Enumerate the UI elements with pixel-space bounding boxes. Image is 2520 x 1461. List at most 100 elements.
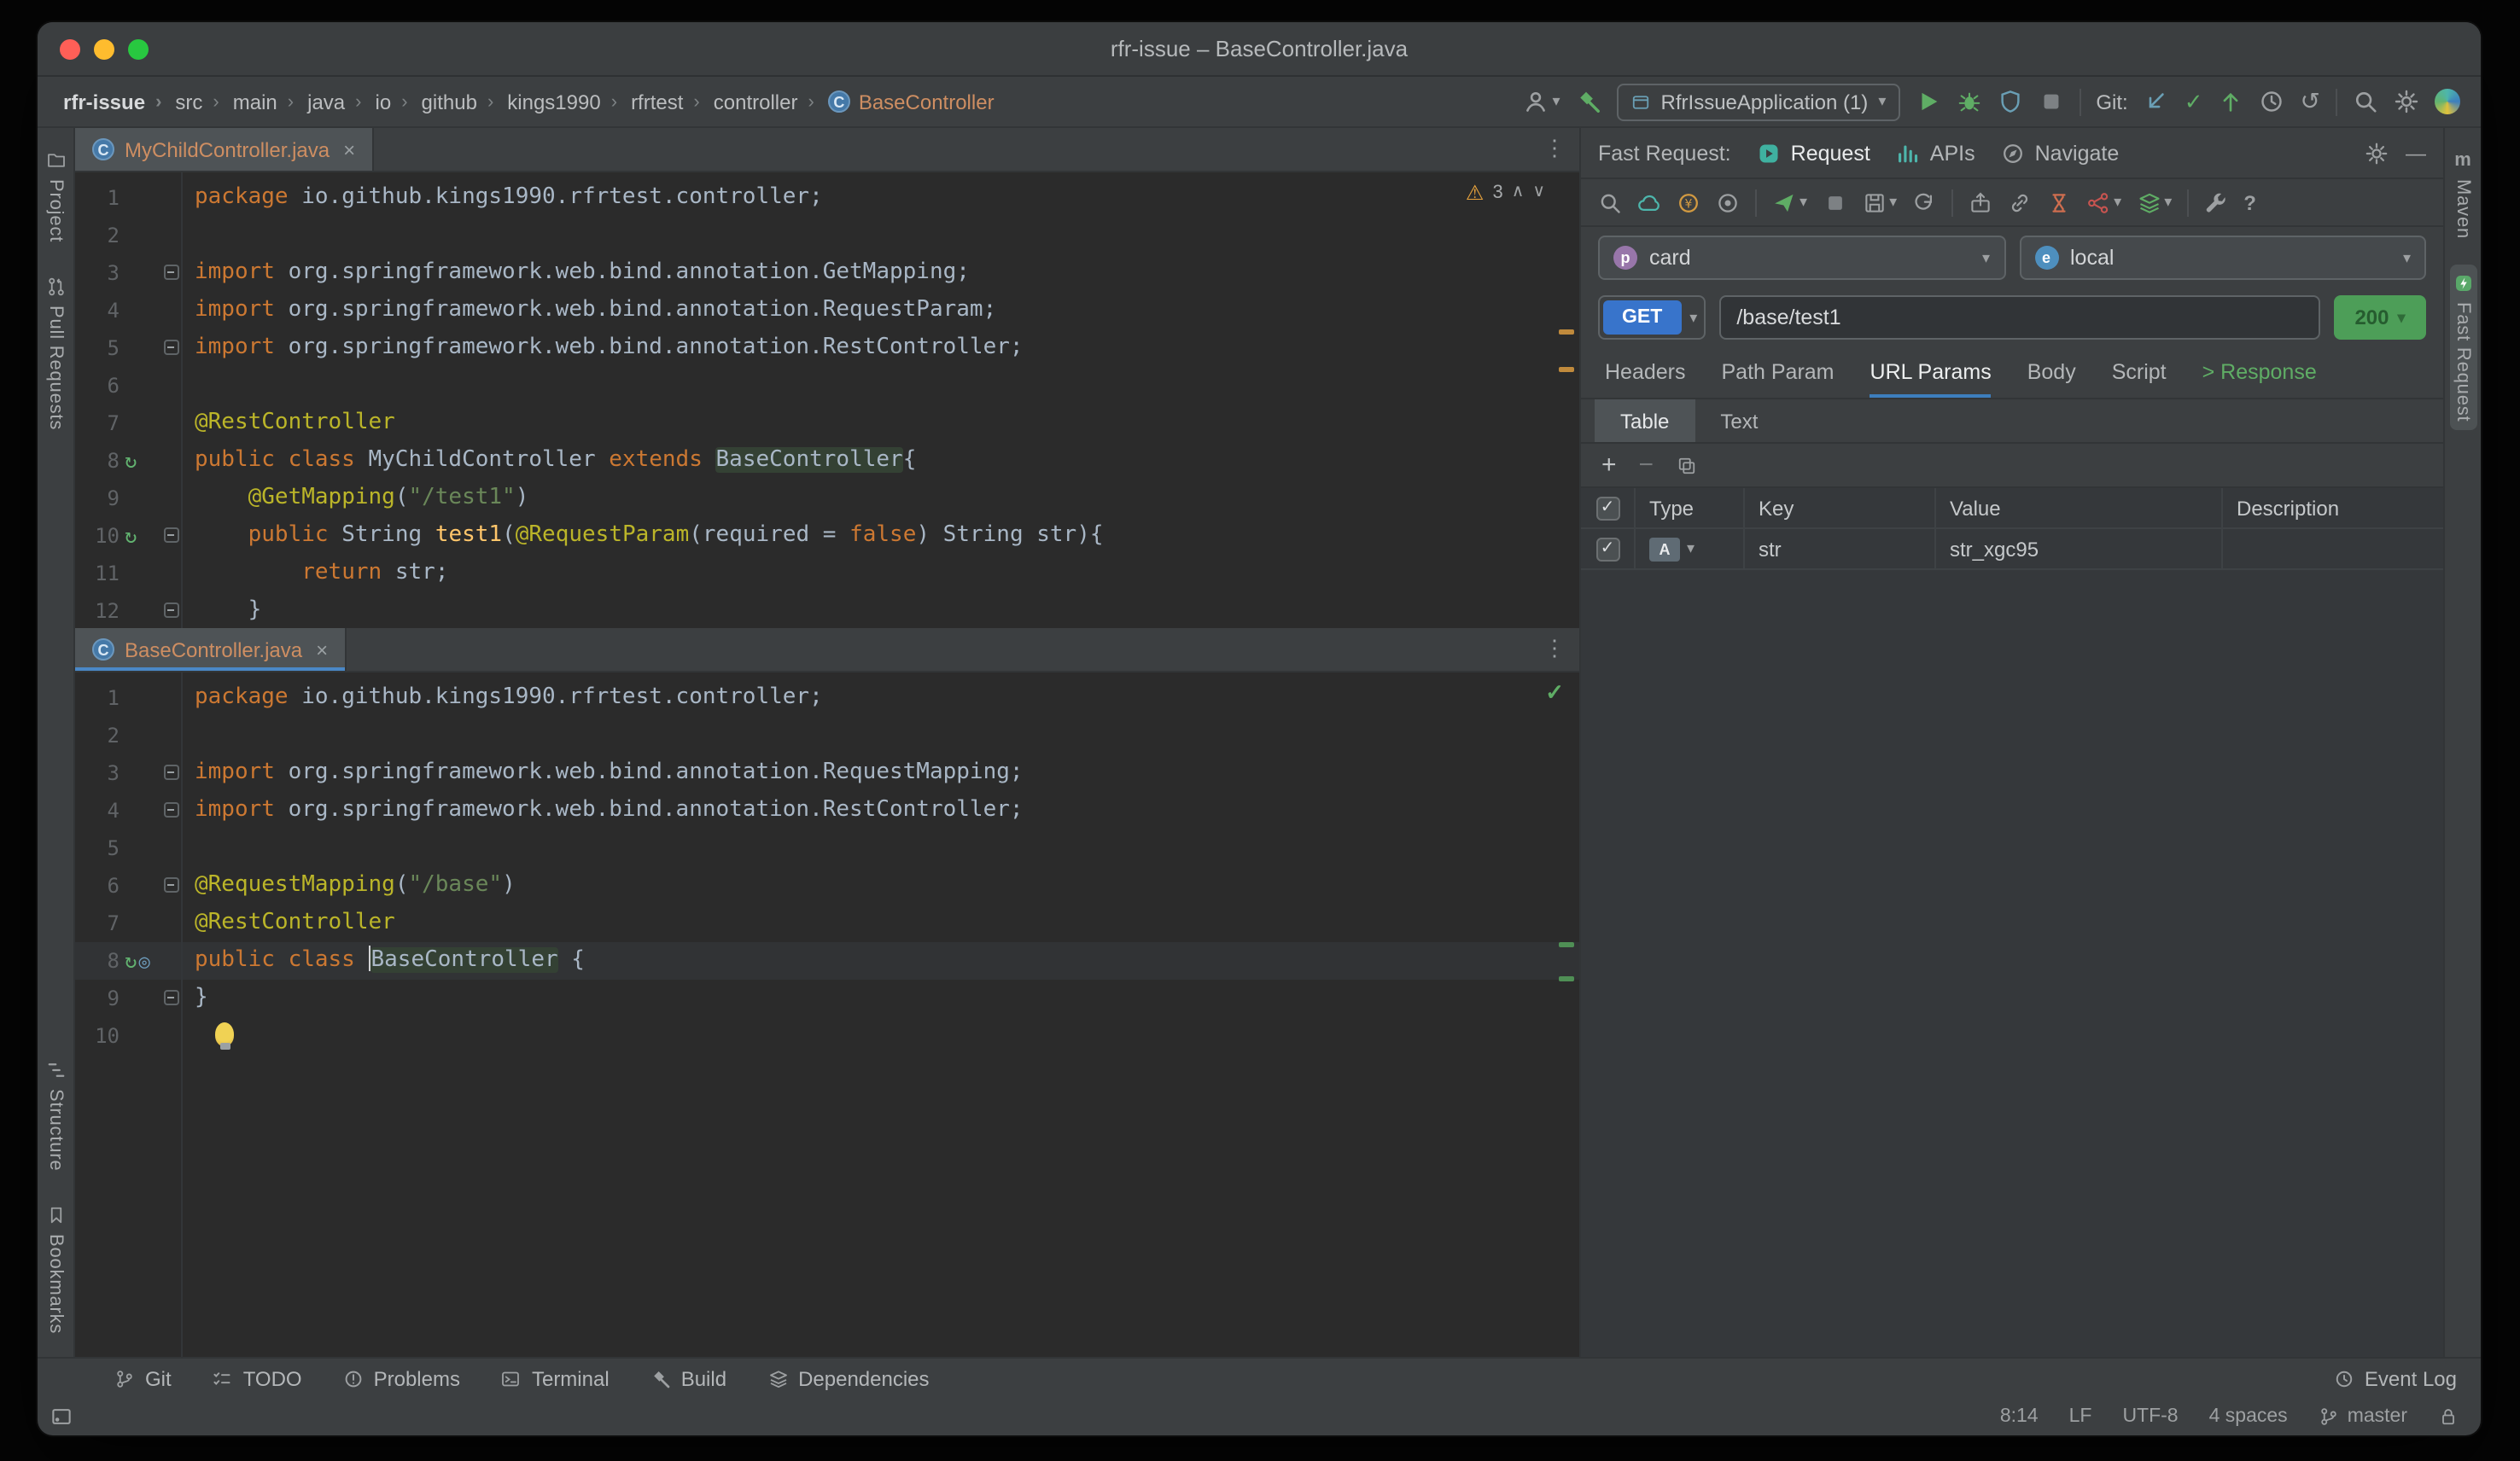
link-icon[interactable] [2008, 190, 2032, 214]
stripe-warning-mark[interactable] [1559, 329, 1574, 335]
search-everywhere-button[interactable] [2353, 89, 2378, 114]
add-row-button[interactable]: + [1601, 452, 1617, 478]
target-icon[interactable] [1716, 190, 1740, 214]
tab-url-params[interactable]: URL Params [1870, 346, 1992, 398]
override-marker-icon[interactable]: ↻ [125, 526, 137, 546]
code-line[interactable]: 5import org.springframework.web.bind.ann… [75, 329, 1579, 367]
toolbar-item-problems[interactable]: Problems [324, 1366, 479, 1390]
override-marker-icon[interactable]: ↻ [125, 951, 137, 971]
git-branch-widget[interactable]: master [2319, 1406, 2407, 1427]
breadcrumb-item[interactable]: java [306, 90, 373, 114]
toolbar-item-build[interactable]: Build [632, 1366, 745, 1390]
breadcrumb-item[interactable]: kings1990 [505, 90, 629, 114]
code-line[interactable]: 2 [75, 217, 1579, 254]
tab-script[interactable]: Script [2112, 346, 2167, 398]
share-button[interactable]: ▾ [2086, 190, 2121, 214]
code-line[interactable]: 3import org.springframework.web.bind.ann… [75, 754, 1579, 792]
code-editor[interactable]: 1package io.github.kings1990.rfrtest.con… [75, 672, 1579, 1357]
tab-options-icon[interactable]: ⋮ [1543, 637, 1566, 659]
close-tab-icon[interactable]: × [343, 137, 355, 161]
close-window-button[interactable] [60, 39, 80, 60]
duplicate-row-icon[interactable] [1676, 455, 1696, 475]
breadcrumb-item[interactable]: main [231, 90, 306, 114]
breadcrumb-item[interactable]: github [420, 90, 506, 114]
code-line[interactable]: 11 return str; [75, 555, 1579, 592]
build-hammer-icon[interactable] [1576, 89, 1601, 114]
fold-marker-icon[interactable] [163, 765, 178, 780]
toolbar-item-dependencies[interactable]: Dependencies [749, 1366, 948, 1390]
toolbar-item-git[interactable]: Git [96, 1366, 190, 1390]
column-header-value[interactable]: Value [1936, 488, 2223, 527]
git-push-button[interactable] [2219, 89, 2244, 114]
editor-tab-mychildcontroller[interactable]: C MyChildController.java × [75, 128, 374, 171]
method-select[interactable]: GET ▾ [1598, 295, 1706, 340]
tab-apis[interactable]: APIs [1896, 141, 1975, 165]
help-icon[interactable]: ? [2243, 190, 2256, 214]
toolbar-item-todo[interactable]: TODO [194, 1366, 321, 1390]
run-button[interactable] [1915, 89, 1940, 114]
override-marker-icon[interactable]: ↻ [125, 451, 137, 471]
breadcrumb-item-project[interactable]: rfr-issue [61, 90, 173, 114]
line-separator-indicator[interactable]: LF [2069, 1406, 2092, 1427]
export-icon[interactable] [1969, 190, 1992, 214]
rollback-button[interactable]: ↺ [2301, 87, 2320, 116]
lock-icon[interactable] [2438, 1406, 2459, 1427]
code-line[interactable]: 1package io.github.kings1990.rfrtest.con… [75, 179, 1579, 217]
sidebar-item-project[interactable]: Project [42, 142, 69, 251]
tab-navigate[interactable]: Navigate [2001, 141, 2120, 165]
implemented-marker-icon[interactable]: ◎ [138, 952, 149, 970]
inspections-widget[interactable]: ⚠ 3 ∧ ∨ [1466, 181, 1545, 205]
settings-button[interactable] [2394, 89, 2419, 114]
column-header-description[interactable]: Description [2223, 488, 2443, 527]
fold-marker-icon[interactable] [163, 802, 178, 818]
code-line[interactable]: 12 } [75, 592, 1579, 628]
remove-row-button[interactable]: − [1639, 452, 1654, 478]
code-line[interactable]: 10 [75, 1017, 1579, 1055]
code-line[interactable]: 6 [75, 367, 1579, 405]
sidebar-item-pull-requests[interactable]: Pull Requests [42, 268, 69, 439]
url-input[interactable]: /base/test1 [1719, 295, 2320, 340]
refresh-icon[interactable] [1912, 190, 1936, 214]
caret-position[interactable]: 8:14 [2000, 1406, 2039, 1427]
code-line[interactable]: 9} [75, 980, 1579, 1017]
code-line[interactable]: 8↻◎public class BaseController { [75, 942, 1579, 980]
tab-body[interactable]: Body [2027, 346, 2076, 398]
code-line[interactable]: 6@RequestMapping("/base") [75, 867, 1579, 905]
debug-button[interactable] [1956, 89, 1981, 114]
sidebar-item-maven[interactable]: m Maven [2449, 142, 2476, 247]
environment-select[interactable]: e local ▾ [2019, 236, 2426, 280]
fold-marker-icon[interactable] [163, 877, 178, 893]
code-line[interactable]: 1package io.github.kings1990.rfrtest.con… [75, 679, 1579, 717]
minimize-window-button[interactable] [94, 39, 114, 60]
tab-table[interactable]: Table [1595, 399, 1695, 442]
breadcrumb-item[interactable]: io [374, 90, 420, 114]
sidebar-item-structure[interactable]: Structure [42, 1051, 69, 1179]
code-line[interactable]: 10↻ public String test1(@RequestParam(re… [75, 517, 1579, 555]
editor-tab-basecontroller[interactable]: C BaseController.java × [75, 628, 347, 671]
wrench-icon[interactable] [2204, 190, 2228, 214]
breadcrumb-item-current[interactable]: C BaseController [826, 90, 1005, 114]
type-chip[interactable]: A [1649, 537, 1680, 561]
stripe-warning-mark[interactable] [1559, 367, 1574, 372]
cell-value[interactable]: str_xgc95 [1936, 529, 2223, 568]
tab-request[interactable]: Request [1757, 141, 1870, 165]
git-update-button[interactable] [2144, 89, 2169, 114]
sidebar-item-fast-request[interactable]: Fast Request [2449, 265, 2476, 430]
column-header-type[interactable]: Type [1636, 488, 1745, 527]
breadcrumb-item[interactable]: rfrtest [629, 90, 712, 114]
toolbar-item-terminal[interactable]: Terminal [482, 1366, 628, 1390]
code-editor[interactable]: 1package io.github.kings1990.rfrtest.con… [75, 172, 1579, 628]
coverage-button[interactable] [1997, 89, 2022, 114]
search-icon[interactable] [1598, 190, 1622, 214]
tab-options-icon[interactable]: ⋮ [1543, 137, 1566, 159]
hourglass-icon[interactable] [2047, 190, 2071, 214]
tool-window-switcher-icon[interactable] [50, 1405, 73, 1429]
breadcrumb-item[interactable]: src [173, 90, 230, 114]
donate-icon[interactable] [1677, 190, 1700, 214]
table-row[interactable]: A ▾ str str_xgc95 [1581, 529, 2443, 570]
column-header-key[interactable]: Key [1745, 488, 1936, 527]
code-line[interactable]: 5 [75, 829, 1579, 867]
close-tab-icon[interactable]: × [316, 637, 328, 661]
hide-panel-icon[interactable]: — [2406, 141, 2426, 165]
prev-problem-icon[interactable]: ∧ [1512, 184, 1525, 201]
